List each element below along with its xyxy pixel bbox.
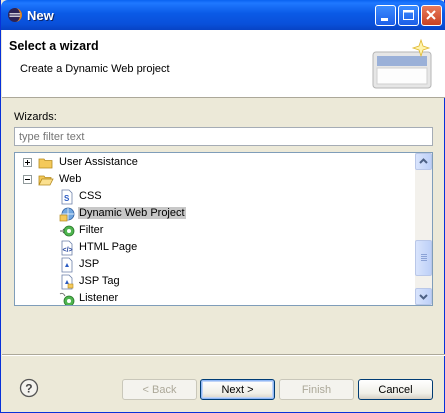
- html-page-icon: </>: [61, 240, 73, 256]
- tree-item-label: JSP Tag: [79, 275, 120, 287]
- tree-item-label: Listener: [79, 292, 119, 304]
- eclipse-icon: [8, 8, 22, 22]
- window-title: New: [27, 8, 54, 23]
- maximize-icon: [403, 10, 414, 20]
- tree-item-label: User Assistance: [59, 156, 138, 168]
- tree-item-jsp[interactable]: JSP: [15, 256, 415, 273]
- help-icon[interactable]: ?: [19, 378, 39, 398]
- web-project-icon: [59, 207, 75, 222]
- svg-text:?: ?: [25, 382, 32, 396]
- new-wizard-banner-icon: [372, 38, 432, 89]
- tree-item-label: JSP: [79, 258, 100, 270]
- filter-icon: [60, 225, 75, 237]
- tree-item-label: Web: [59, 173, 82, 185]
- tree-scrollbar[interactable]: [415, 153, 432, 305]
- page-description: Create a Dynamic Web project: [20, 63, 170, 75]
- tree-item-web[interactable]: Web: [15, 171, 415, 188]
- chevron-down-icon: [419, 294, 428, 300]
- finish-button[interactable]: Finish: [279, 379, 354, 400]
- close-icon: [426, 10, 436, 20]
- minimize-button[interactable]: [375, 5, 396, 26]
- tree-item-label: CSS: [79, 190, 102, 202]
- scroll-up-button[interactable]: [415, 153, 432, 170]
- svg-text:</>: </>: [63, 247, 73, 254]
- filter-input[interactable]: [14, 127, 433, 146]
- tree-item-html-page[interactable]: </> HTML Page: [15, 239, 415, 256]
- expand-icon[interactable]: [23, 158, 32, 167]
- back-button[interactable]: < Back: [122, 379, 197, 400]
- new-wizard-dialog: New Select a wizard Create a Dynamic Web…: [0, 0, 445, 413]
- tree-item-user-assistance[interactable]: User Assistance: [15, 154, 415, 171]
- page-title: Select a wizard: [9, 39, 99, 53]
- cancel-button[interactable]: Cancel: [358, 379, 433, 400]
- css-file-icon: S: [61, 189, 73, 205]
- next-button[interactable]: Next >: [200, 379, 275, 400]
- title-bar[interactable]: New: [1, 0, 445, 30]
- tree-item-css[interactable]: S CSS: [15, 188, 415, 205]
- tree-item-label: HTML Page: [79, 241, 138, 253]
- wizard-tree[interactable]: User Assistance Web S CSS Dynamic Web Pr…: [14, 152, 433, 306]
- tree-item-jsp-tag[interactable]: JSP Tag: [15, 273, 415, 290]
- jsp-file-icon: [61, 257, 73, 273]
- folder-open-icon: [38, 175, 54, 186]
- listener-icon: [59, 292, 75, 305]
- tree-item-label: Filter: [79, 224, 104, 236]
- tree-item-label: Dynamic Web Project: [78, 207, 186, 219]
- wizards-label: Wizards:: [14, 111, 57, 123]
- jsp-tag-icon: [61, 274, 74, 290]
- collapse-icon[interactable]: [23, 175, 32, 184]
- chevron-up-icon: [419, 158, 428, 164]
- svg-text:S: S: [64, 194, 70, 203]
- folder-icon: [38, 158, 53, 169]
- tree-item-dynamic-web-project[interactable]: Dynamic Web Project: [15, 205, 415, 222]
- minimize-icon: [381, 18, 388, 21]
- scroll-thumb[interactable]: [415, 240, 432, 276]
- footer-separator: [2, 354, 445, 356]
- close-button[interactable]: [421, 5, 442, 26]
- tree-item-listener[interactable]: Listener: [15, 290, 415, 305]
- scroll-down-button[interactable]: [415, 288, 432, 305]
- maximize-button[interactable]: [398, 5, 419, 26]
- tree-item-filter[interactable]: Filter: [15, 222, 415, 239]
